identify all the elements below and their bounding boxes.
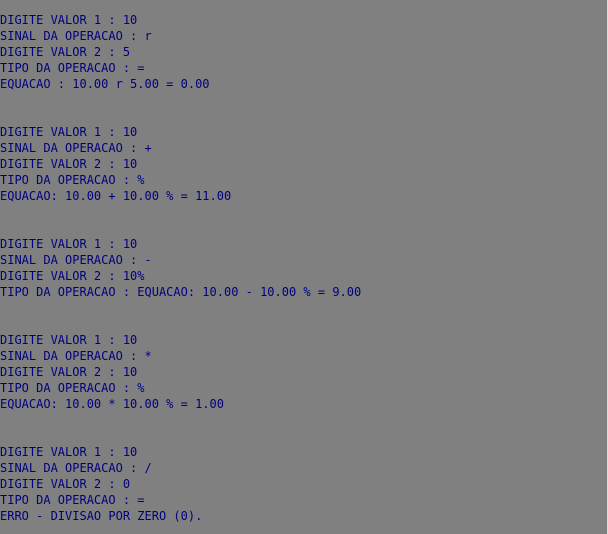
console-line: TIPO DA OPERACAO : = — [0, 61, 145, 75]
console-line: TIPO DA OPERACAO : % — [0, 173, 145, 187]
console-line: SINAL DA OPERACAO : + — [0, 141, 152, 155]
console-line: DIGITE VALOR 2 : 10 — [0, 157, 138, 171]
console-line: SINAL DA OPERACAO : * — [0, 349, 152, 363]
console-line: DIGITE VALOR 1 : 10 — [0, 237, 138, 251]
console-line: EQUACAO: 10.00 + 10.00 % = 11.00 — [0, 189, 232, 203]
console-line: DIGITE VALOR 2 : 10 — [0, 365, 138, 379]
console-line: EQUACAO : 10.00 r 5.00 = 0.00 — [0, 77, 210, 91]
console-line: ERRO - DIVISAO POR ZERO (0). — [0, 509, 203, 523]
console-line: DIGITE VALOR 2 : 10% — [0, 269, 145, 283]
console-line: DIGITE VALOR 1 : 10 — [0, 333, 138, 347]
console-line: TIPO DA OPERACAO : = — [0, 493, 145, 507]
console-line: SINAL DA OPERACAO : - — [0, 253, 152, 267]
console-line: TIPO DA OPERACAO : EQUACAO: 10.00 - 10.0… — [0, 285, 362, 299]
console-output[interactable]: DIGITE VALOR 1 : 10 SINAL DA OPERACAO : … — [0, 0, 608, 534]
console-line: SINAL DA OPERACAO : / — [0, 461, 152, 475]
console-line: TIPO DA OPERACAO : % — [0, 381, 145, 395]
console-line: DIGITE VALOR 2 : 5 — [0, 45, 131, 59]
console-line: DIGITE VALOR 1 : 10 — [0, 125, 138, 139]
console-line: DIGITE VALOR 1 : 10 — [0, 445, 138, 459]
console-line: DIGITE VALOR 2 : 0 — [0, 477, 131, 491]
console-line: SINAL DA OPERACAO : r — [0, 29, 152, 43]
console-line: EQUACAO: 10.00 * 10.00 % = 1.00 — [0, 397, 224, 411]
console-line: DIGITE VALOR 1 : 10 — [0, 13, 138, 27]
